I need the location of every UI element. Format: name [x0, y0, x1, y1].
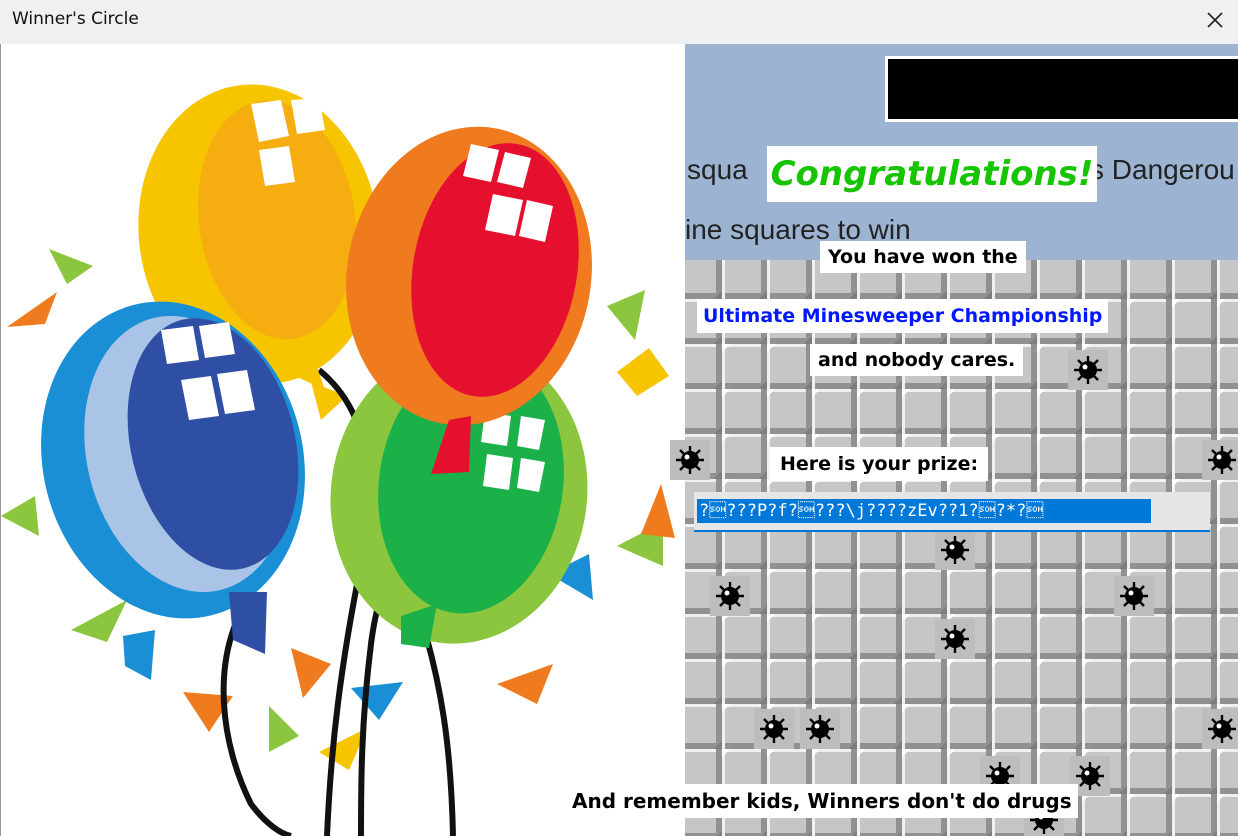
prize-field[interactable]: ????P?f????\j????zEv??1??*?: [694, 492, 1210, 532]
window-title: Winner's Circle: [12, 9, 139, 29]
nobody-cares-text: and nobody cares.: [810, 344, 1024, 376]
mine-cell[interactable]: [670, 440, 710, 480]
congratulations-heading: Congratulations!: [767, 146, 1097, 202]
balloon-string: [418, 617, 456, 836]
mine-icon: [716, 582, 744, 610]
prize-label: Here is your prize:: [770, 447, 989, 481]
confetti-piece: [269, 706, 299, 752]
mine-icon: [1074, 356, 1102, 384]
balloons-image: [0, 44, 685, 836]
title-bar: Winner's Circle: [0, 0, 1238, 44]
background-black-box: [885, 56, 1238, 122]
mine-icon: [941, 625, 969, 653]
confetti-piece: [123, 630, 155, 680]
confetti-piece: [1, 496, 39, 536]
prize-value-selected[interactable]: ????P?f????\j????zEv??1??*?: [697, 499, 1151, 523]
footer-message: And remember kids, Winners don't do drug…: [566, 784, 1078, 818]
confetti-piece: [497, 664, 553, 704]
mine-icon: [1208, 715, 1236, 743]
mine-icon: [941, 536, 969, 564]
confetti-piece: [617, 348, 669, 396]
confetti-piece: [351, 682, 403, 720]
mine-icon: [760, 715, 788, 743]
background-text-right: s Dangerou: [1090, 154, 1235, 185]
window-content: squa s Dangerou ine squares to win Congr…: [0, 44, 1238, 836]
mine-cell[interactable]: [1202, 440, 1238, 480]
confetti-piece: [71, 600, 127, 642]
confetti-piece: [311, 382, 347, 420]
balloons-illustration: [1, 84, 675, 836]
mine-cell[interactable]: [1114, 576, 1154, 616]
mine-icon: [806, 715, 834, 743]
confetti-piece: [291, 648, 331, 698]
mine-icon: [1208, 446, 1236, 474]
close-icon: [1207, 12, 1223, 28]
mine-icon: [1120, 582, 1148, 610]
championship-text: Ultimate Minesweeper Championship: [697, 299, 1109, 333]
won-text: You have won the: [820, 241, 1026, 273]
confetti-piece: [641, 484, 675, 538]
mine-icon: [1076, 762, 1104, 790]
mine-cell[interactable]: [1202, 709, 1238, 749]
mine-icon: [676, 446, 704, 474]
confetti-piece: [607, 290, 645, 340]
mine-cell[interactable]: [800, 709, 840, 749]
balloon-knot: [229, 592, 267, 654]
confetti-piece: [7, 292, 57, 327]
confetti-piece: [49, 249, 93, 284]
mine-cell[interactable]: [935, 619, 975, 659]
mine-cell[interactable]: [710, 576, 750, 616]
mine-cell[interactable]: [754, 709, 794, 749]
mine-cell[interactable]: [935, 530, 975, 570]
background-text-left: squa: [687, 154, 748, 185]
close-button[interactable]: [1192, 0, 1238, 40]
mine-cell[interactable]: [1068, 350, 1108, 390]
